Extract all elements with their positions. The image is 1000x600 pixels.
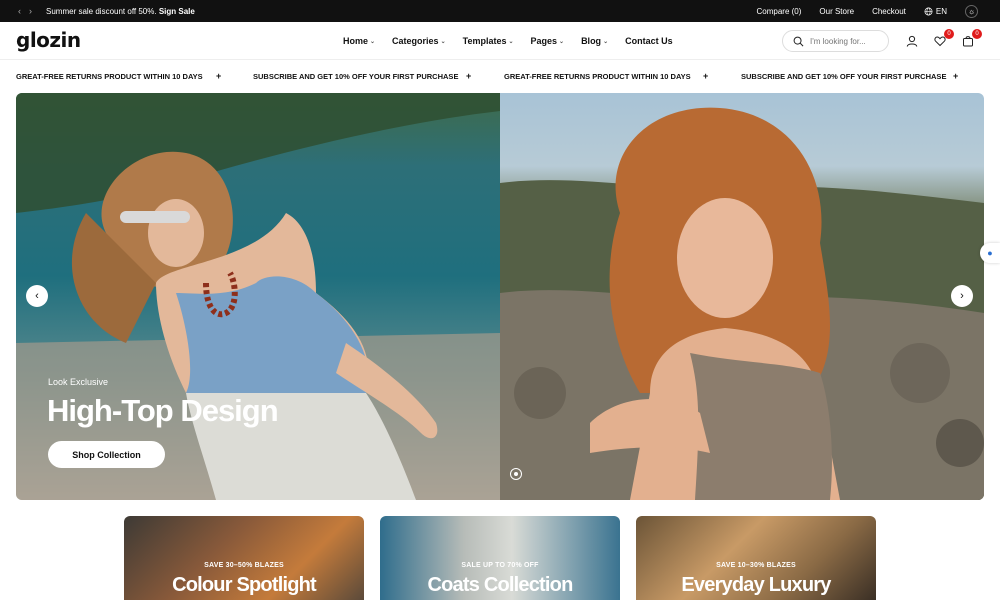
accessibility-widget[interactable]: ● (980, 243, 1000, 263)
chevron-down-icon: ⌄ (559, 38, 565, 45)
nav-home[interactable]: Home ⌄ (343, 36, 375, 46)
topbar-links: Compare (0) Our Store Checkout EN ☼ (756, 0, 978, 22)
announcement-nav: ‹ › (18, 6, 32, 16)
announcement-bar: ‹ › Summer sale discount off 50%. Sign S… (0, 0, 1000, 22)
nav-label: Contact Us (625, 36, 673, 46)
collection-card-coats-collection[interactable]: SALE UP TO 70% OFF Coats Collection (380, 516, 620, 600)
main-nav: Home ⌄ Categories ⌄ Templates ⌄ Pages ⌄ Blog… (343, 22, 673, 60)
collection-title: Colour Spotlight (172, 574, 317, 596)
marquee-item: SUBSCRIBE AND GET 10% OFF YOUR FIRST PUR… (253, 71, 459, 81)
plus-icon: + (466, 71, 472, 81)
cart-count-badge: 0 (972, 29, 982, 39)
dot-indicator (514, 472, 518, 476)
nav-label: Home (343, 36, 369, 46)
search-icon (793, 36, 804, 46)
slider-next-button[interactable]: › (951, 285, 973, 307)
nav-label: Pages (530, 36, 558, 46)
collection-title: Coats Collection (427, 574, 574, 596)
collection-title: Everyday Luxury (681, 574, 831, 596)
checkout-link[interactable]: Checkout (872, 7, 906, 16)
language-selector[interactable]: EN (924, 7, 947, 16)
nav-label: Templates (462, 36, 507, 46)
model-photo-left (16, 93, 500, 500)
cart-button[interactable]: 0 (960, 29, 982, 49)
our-store-link[interactable]: Our Store (819, 7, 854, 16)
wishlist-count-badge: 0 (944, 29, 954, 39)
wishlist-button[interactable]: 0 (932, 29, 954, 49)
hero-title: High-Top Design (47, 393, 279, 428)
chevron-down-icon: ⌄ (370, 38, 376, 45)
promo-message: Summer sale discount off 50%. Sign Sale (46, 7, 195, 16)
chevron-right-icon[interactable]: › (29, 6, 32, 16)
collection-subtitle: SALE UP TO 70% OFF (461, 562, 539, 569)
nav-label: Blog (581, 36, 602, 46)
account-button[interactable] (904, 33, 920, 49)
plus-icon: + (703, 71, 709, 81)
slider-dot-active[interactable] (510, 468, 522, 480)
nav-blog[interactable]: Blog ⌄ (581, 36, 608, 46)
chevron-down-icon: ⌄ (603, 38, 609, 45)
nav-categories[interactable]: Categories ⌄ (392, 36, 446, 46)
chevron-left-icon[interactable]: ‹ (18, 6, 21, 16)
hero-image-right (500, 93, 984, 500)
sun-icon: ☼ (967, 6, 976, 16)
theme-toggle[interactable]: ☼ (965, 4, 978, 18)
language-label: EN (935, 6, 947, 16)
main-header: glozin Home ⌄ Categories ⌄ Templates ⌄ Page… (0, 22, 1000, 60)
marquee-item: SUBSCRIBE AND GET 10% OFF YOUR FIRST PUR… (741, 71, 947, 81)
nav-label: Categories (392, 36, 439, 46)
promo-marquee: GREAT-FREE RETURNS PRODUCT WITHIN 10 DAY… (0, 60, 1000, 92)
arrow-left-icon: ‹ (35, 290, 39, 302)
plus-icon: + (953, 71, 959, 81)
chevron-down-icon: ⌄ (508, 38, 514, 45)
nav-contact-us[interactable]: Contact Us (625, 36, 673, 46)
model-photo-right (500, 107, 984, 500)
nav-templates[interactable]: Templates ⌄ (463, 36, 514, 46)
compare-link[interactable]: Compare (0) (756, 7, 801, 16)
hero-eyebrow: Look Exclusive (48, 377, 109, 387)
hero-slider: Look Exclusive High-Top Design Shop Coll… (16, 93, 984, 500)
user-icon (906, 35, 918, 47)
shop-collection-button[interactable]: Shop Collection (48, 441, 165, 468)
plus-icon: + (216, 71, 222, 81)
search-input[interactable] (810, 36, 880, 46)
slider-prev-button[interactable]: ‹ (26, 285, 48, 307)
marquee-item: GREAT-FREE RETURNS PRODUCT WITHIN 10 DAY… (504, 71, 691, 81)
promo-link[interactable]: Sign Sale (159, 7, 195, 16)
marquee-item: GREAT-FREE RETURNS PRODUCT WITHIN 10 DAY… (16, 71, 203, 81)
globe-icon (924, 7, 933, 15)
search-box[interactable] (782, 30, 889, 52)
logo[interactable]: glozin (16, 28, 81, 52)
promo-text: Summer sale discount off 50%. (46, 6, 157, 16)
collection-subtitle: SAVE 10–30% BLAZES (716, 562, 796, 569)
nav-pages[interactable]: Pages ⌄ (531, 36, 565, 46)
collection-card-everyday-luxury[interactable]: SAVE 10–30% BLAZES Everyday Luxury (636, 516, 876, 600)
collection-subtitle: SAVE 30–50% BLAZES (204, 562, 284, 569)
collection-card-colour-spotlight[interactable]: SAVE 30–50% BLAZES Colour Spotlight (124, 516, 364, 600)
hero-image-left (16, 93, 500, 500)
droplet-icon: ● (987, 248, 993, 258)
chevron-down-icon: ⌄ (440, 38, 446, 45)
arrow-right-icon: › (960, 290, 964, 302)
